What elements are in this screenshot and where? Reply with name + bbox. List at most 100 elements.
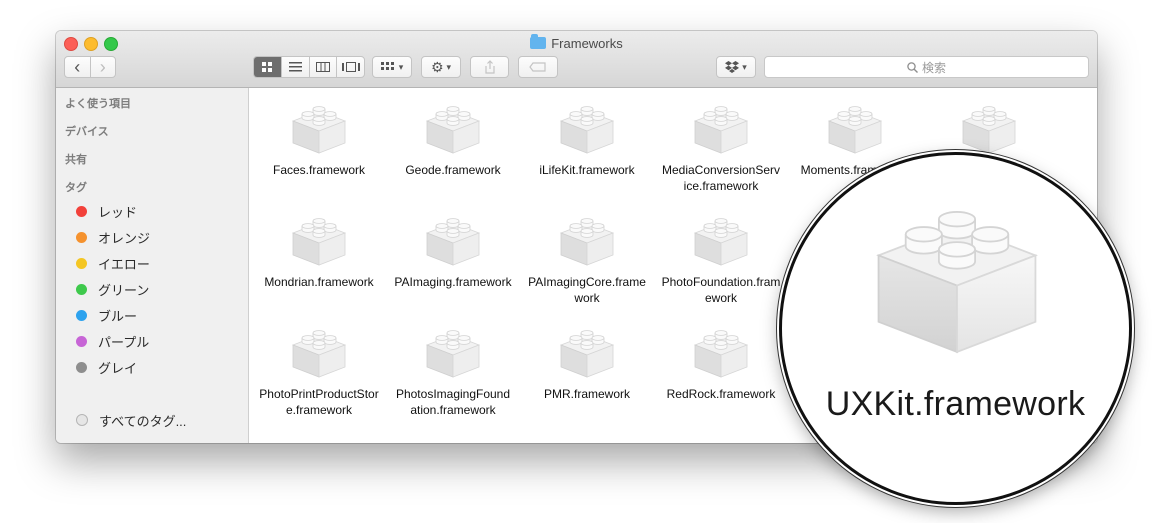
framework-icon <box>827 106 883 154</box>
list-icon <box>288 62 302 72</box>
sidebar-item-tag[interactable]: グリーン <box>76 279 149 299</box>
sidebar-tags-header[interactable]: タグ <box>65 179 87 195</box>
framework-icon <box>559 330 615 378</box>
file-name: PMR.framework <box>543 387 630 401</box>
sidebar-item-label: すべてのタグ... <box>99 413 187 429</box>
magnified-file-name: UXKit.framework <box>825 385 1086 423</box>
forward-button[interactable]: › <box>91 57 116 77</box>
framework-icon <box>291 330 347 378</box>
arrange-icon <box>380 62 394 70</box>
sidebar-item-tag[interactable]: グレイ <box>76 357 137 377</box>
view-mode-control <box>253 56 365 78</box>
framework-icon <box>425 330 481 378</box>
search-field[interactable]: 検索 <box>764 56 1089 78</box>
sidebar-item-all-tags[interactable]: すべてのタグ... <box>76 410 186 430</box>
tag-color-dot-icon <box>76 309 87 321</box>
file-name: PAImaging.framework <box>394 275 512 289</box>
file-item[interactable]: PhotoFoundation.framework <box>657 209 785 306</box>
framework-icon <box>693 106 749 154</box>
dropbox-icon <box>725 61 740 73</box>
arrange-button[interactable]: ▾ <box>372 56 412 78</box>
gear-icon: ⚙ <box>430 58 444 75</box>
columns-icon <box>315 62 330 72</box>
tag-color-dot-icon <box>76 335 87 347</box>
chevron-down-icon: ▾ <box>742 61 747 72</box>
chevron-down-icon: ▾ <box>398 61 404 72</box>
sidebar-item-label: オレンジ <box>98 230 151 246</box>
file-name: PhotosImagingFoundation.framework <box>395 387 511 417</box>
file-name: iLifeKit.framework <box>539 163 635 177</box>
column-view-button[interactable] <box>310 57 338 77</box>
file-item[interactable]: Faces.framework <box>255 97 383 178</box>
file-item[interactable]: PhotoPrintProductStore.framework <box>255 321 383 418</box>
file-name: PhotoFoundation.framework <box>661 275 781 305</box>
coverflow-icon <box>341 62 360 72</box>
file-name: RedRock.framework <box>666 387 776 401</box>
title-bar: Frameworks ‹ › ▾ ⚙ ▾ ▾ 検索 <box>56 31 1097 88</box>
sidebar-item-tag[interactable]: イエロー <box>76 253 150 273</box>
sidebar-devices-header[interactable]: デバイス <box>65 123 109 139</box>
folder-icon <box>530 34 547 49</box>
tag-color-dot-icon <box>76 283 87 295</box>
sidebar-item-label: イエロー <box>98 256 150 272</box>
edit-tags-button[interactable] <box>518 56 558 78</box>
file-item[interactable]: PhotosImagingFoundation.framework <box>389 321 517 418</box>
framework-icon <box>559 106 615 154</box>
tag-color-dot-icon <box>76 231 87 243</box>
sidebar-item-label: レッド <box>98 204 138 220</box>
window-title-text: Frameworks <box>551 36 623 51</box>
sidebar-item-tag[interactable]: ブルー <box>76 305 137 325</box>
sidebar-item-tag[interactable]: パープル <box>76 331 149 351</box>
tag-color-dot-icon <box>76 361 87 373</box>
list-view-button[interactable] <box>282 57 310 77</box>
file-name: Mondrian.framework <box>264 275 374 289</box>
sidebar-item-label: ブルー <box>98 308 138 324</box>
framework-icon <box>291 106 347 154</box>
sidebar-item-tag[interactable]: オレンジ <box>76 227 150 247</box>
sidebar-favorites-header[interactable]: よく使う項目 <box>65 95 131 111</box>
file-item[interactable]: iLifeKit.framework <box>523 97 651 178</box>
sidebar-shared-header[interactable]: 共有 <box>65 151 87 167</box>
file-item[interactable]: PAImagingCore.framework <box>523 209 651 306</box>
framework-icon <box>425 106 481 154</box>
action-button[interactable]: ⚙ ▾ <box>421 56 461 78</box>
framework-icon <box>291 218 347 266</box>
framework-icon <box>693 218 749 266</box>
icon-view-button[interactable] <box>254 57 282 77</box>
coverflow-view-button[interactable] <box>337 57 364 77</box>
framework-icon <box>559 218 615 266</box>
chevron-down-icon: ▾ <box>446 61 452 72</box>
tag-icon <box>529 62 546 72</box>
file-item[interactable]: Geode.framework <box>389 97 517 178</box>
back-forward-control: ‹ › <box>64 56 116 78</box>
framework-icon-large <box>876 211 1038 354</box>
share-button[interactable] <box>470 56 509 78</box>
file-name: Geode.framework <box>405 163 501 177</box>
magnifier-callout: UXKit.framework <box>779 152 1132 505</box>
sidebar-item-label: グレイ <box>98 360 138 376</box>
file-name: Faces.framework <box>272 163 366 177</box>
window-title: Frameworks <box>56 34 1097 51</box>
framework-icon <box>693 330 749 378</box>
tag-color-dot-icon <box>76 257 87 269</box>
file-name: PhotoPrintProductStore.framework <box>259 387 379 417</box>
search-icon <box>907 61 918 73</box>
sidebar-item-label: パープル <box>98 334 150 350</box>
sidebar-item-label: グリーン <box>98 282 150 298</box>
back-button[interactable]: ‹ <box>65 57 91 77</box>
file-item[interactable]: MediaConversionService.framework <box>657 97 785 194</box>
framework-icon <box>425 218 481 266</box>
file-item[interactable]: PMR.framework <box>523 321 651 402</box>
share-icon <box>484 60 495 74</box>
framework-icon <box>961 106 1017 154</box>
dropbox-button[interactable]: ▾ <box>716 56 756 78</box>
tag-color-dot-icon <box>76 205 87 217</box>
grid-icon <box>261 61 272 72</box>
sidebar: よく使う項目 デバイス 共有 タグ レッドオレンジイエローグリーンブルーパープル… <box>56 88 249 443</box>
file-item[interactable]: Mondrian.framework <box>255 209 383 290</box>
sidebar-item-tag[interactable]: レッド <box>76 201 137 221</box>
file-item[interactable]: RedRock.framework <box>657 321 785 402</box>
all-tags-icon <box>76 414 88 426</box>
search-placeholder: 検索 <box>921 60 946 75</box>
file-item[interactable]: PAImaging.framework <box>389 209 517 290</box>
